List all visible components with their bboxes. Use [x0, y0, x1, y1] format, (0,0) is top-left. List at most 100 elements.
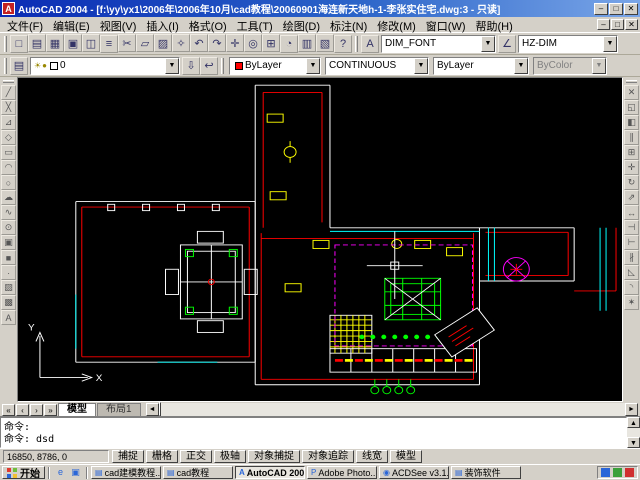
plot-icon[interactable]: ▣ — [64, 34, 82, 52]
show-desktop-icon[interactable]: ▣ — [68, 466, 83, 479]
polar-toggle[interactable]: 极轴 — [214, 450, 246, 463]
scroll-up-icon[interactable]: ▲ — [627, 417, 640, 428]
undo-icon[interactable]: ↶ — [190, 34, 208, 52]
grid-toggle[interactable]: 栅格 — [146, 450, 178, 463]
region-icon[interactable]: ▩ — [1, 295, 16, 310]
chamfer-icon[interactable]: ◺ — [624, 265, 639, 280]
save-icon[interactable]: ▦ — [46, 34, 64, 52]
rotate-icon[interactable]: ↻ — [624, 175, 639, 190]
ortho-toggle[interactable]: 正交 — [180, 450, 212, 463]
erase-icon[interactable]: ✕ — [624, 85, 639, 100]
chevron-down-icon[interactable]: ▼ — [165, 58, 179, 74]
make-object-layer-current-icon[interactable]: ⇩ — [182, 57, 200, 75]
menu-view[interactable]: 视图(V) — [95, 17, 142, 32]
command-window[interactable]: 命令:命令: dsd ▲ ▼ — [0, 416, 640, 448]
menu-draw[interactable]: 绘图(D) — [278, 17, 325, 32]
copy-clip-icon[interactable]: ▱ — [136, 34, 154, 52]
match-properties-icon[interactable]: ✧ — [172, 34, 190, 52]
plot-preview-icon[interactable]: ◫ — [82, 34, 100, 52]
menu-help[interactable]: 帮助(H) — [471, 17, 518, 32]
lineweight-control-combo[interactable]: ByLayer ▼ — [433, 57, 529, 75]
layer-previous-icon[interactable]: ↩ — [200, 57, 218, 75]
menu-dimension[interactable]: 标注(N) — [325, 17, 372, 32]
tab-nav-prev-icon[interactable]: ‹ — [16, 404, 29, 416]
menu-format[interactable]: 格式(O) — [184, 17, 232, 32]
otrack-toggle[interactable]: 对象追踪 — [302, 450, 354, 463]
copy-icon[interactable]: ◱ — [624, 100, 639, 115]
polygon-icon[interactable]: ◇ — [1, 130, 16, 145]
tray-icon-1[interactable] — [601, 468, 610, 477]
menu-tools[interactable]: 工具(T) — [232, 17, 278, 32]
horizontal-scrollbar[interactable]: ◄ ► — [146, 403, 638, 416]
color-control-combo[interactable]: ByLayer ▼ — [229, 57, 321, 75]
hatch-icon[interactable]: ▨ — [1, 280, 16, 295]
move-icon[interactable]: ✛ — [624, 160, 639, 175]
tab-nav-next-icon[interactable]: › — [30, 404, 43, 416]
task-cad-tutorial[interactable]: ▤cad教程 — [163, 466, 233, 479]
explode-icon[interactable]: ✶ — [624, 295, 639, 310]
scroll-left-icon[interactable]: ◄ — [146, 403, 159, 416]
chevron-down-icon[interactable]: ▼ — [414, 58, 428, 74]
scale-icon[interactable]: ⇗ — [624, 190, 639, 205]
doc-minimize-button[interactable]: – — [597, 19, 610, 30]
minimize-button[interactable]: – — [594, 3, 608, 15]
properties-icon[interactable]: ▥ — [298, 34, 316, 52]
task-cad-modeling-tutorial[interactable]: ▤cad建模教程.. — [91, 466, 161, 479]
menu-modify[interactable]: 修改(M) — [372, 17, 421, 32]
break-icon[interactable]: ∦ — [624, 250, 639, 265]
tab-nav-last-icon[interactable]: » — [44, 404, 57, 416]
insert-block-icon[interactable]: ▣ — [1, 235, 16, 250]
spline-icon[interactable]: ∿ — [1, 205, 16, 220]
task-decor-software[interactable]: ▤装饰软件 — [451, 466, 521, 479]
toolbar-grip[interactable] — [3, 80, 14, 83]
open-icon[interactable]: ▤ — [28, 34, 46, 52]
start-button[interactable]: 开始 — [2, 466, 45, 479]
layer-combo[interactable]: ☀ ● 0 ▼ — [30, 57, 180, 75]
menu-insert[interactable]: 插入(I) — [141, 17, 183, 32]
chevron-down-icon[interactable]: ▼ — [603, 36, 617, 52]
dim-style-combo[interactable]: HZ-DIM ▼ — [518, 35, 618, 53]
construction-line-icon[interactable]: ╳ — [1, 100, 16, 115]
menu-file[interactable]: 文件(F) — [2, 17, 48, 32]
toolbar-grip[interactable] — [4, 58, 7, 74]
model-toggle[interactable]: 模型 — [390, 450, 422, 463]
snap-toggle[interactable]: 捕捉 — [112, 450, 144, 463]
zoom-realtime-icon[interactable]: ◎ — [244, 34, 262, 52]
task-photoshop[interactable]: PAdobe Photo.. — [307, 466, 377, 479]
help-icon[interactable]: ? — [334, 35, 352, 53]
tab-layout1[interactable]: 布局1 — [97, 403, 141, 416]
tray-icon-2[interactable] — [613, 468, 622, 477]
ellipse-icon[interactable]: ⊙ — [1, 220, 16, 235]
command-history[interactable]: 命令:命令: dsd — [0, 417, 627, 448]
osnap-toggle[interactable]: 对象捕捉 — [248, 450, 300, 463]
chevron-down-icon[interactable]: ▼ — [481, 36, 495, 52]
tray-icon-3[interactable] — [625, 468, 634, 477]
zoom-previous-icon[interactable]: ◔ — [280, 35, 298, 53]
doc-restore-button[interactable]: □ — [611, 19, 624, 30]
mirror-icon[interactable]: ◧ — [624, 115, 639, 130]
point-icon[interactable]: ∙ — [1, 265, 16, 280]
arc-icon[interactable]: ◠ — [1, 160, 16, 175]
stretch-icon[interactable]: ↔ — [624, 205, 639, 220]
restore-button[interactable]: □ — [609, 3, 623, 15]
trim-icon[interactable]: ⊣ — [624, 220, 639, 235]
make-block-icon[interactable]: ■ — [1, 250, 16, 265]
task-autocad[interactable]: AAutoCAD 200.. — [235, 466, 305, 479]
scroll-down-icon[interactable]: ▼ — [627, 437, 640, 448]
linetype-control-combo[interactable]: CONTINUOUS ▼ — [325, 57, 429, 75]
command-scrollbar[interactable]: ▲ ▼ — [627, 417, 640, 448]
cut-icon[interactable]: ✂ — [118, 34, 136, 52]
scroll-right-icon[interactable]: ► — [625, 403, 638, 416]
tab-nav-first-icon[interactable]: « — [2, 404, 15, 416]
toolbar-grip[interactable] — [626, 80, 637, 83]
chevron-down-icon[interactable]: ▼ — [514, 58, 528, 74]
text-style-combo[interactable]: DIM_FONT ▼ — [381, 35, 496, 53]
toolbar-grip[interactable] — [221, 58, 224, 74]
toolbar-grip[interactable] — [355, 36, 358, 52]
layer-properties-manager-icon[interactable]: ▤ — [10, 57, 28, 75]
qnew-icon[interactable]: □ — [10, 35, 28, 53]
extend-icon[interactable]: ⊢ — [624, 235, 639, 250]
redo-icon[interactable]: ↷ — [208, 34, 226, 52]
polyline-icon[interactable]: ⊿ — [1, 115, 16, 130]
pan-realtime-icon[interactable]: ✛ — [226, 34, 244, 52]
